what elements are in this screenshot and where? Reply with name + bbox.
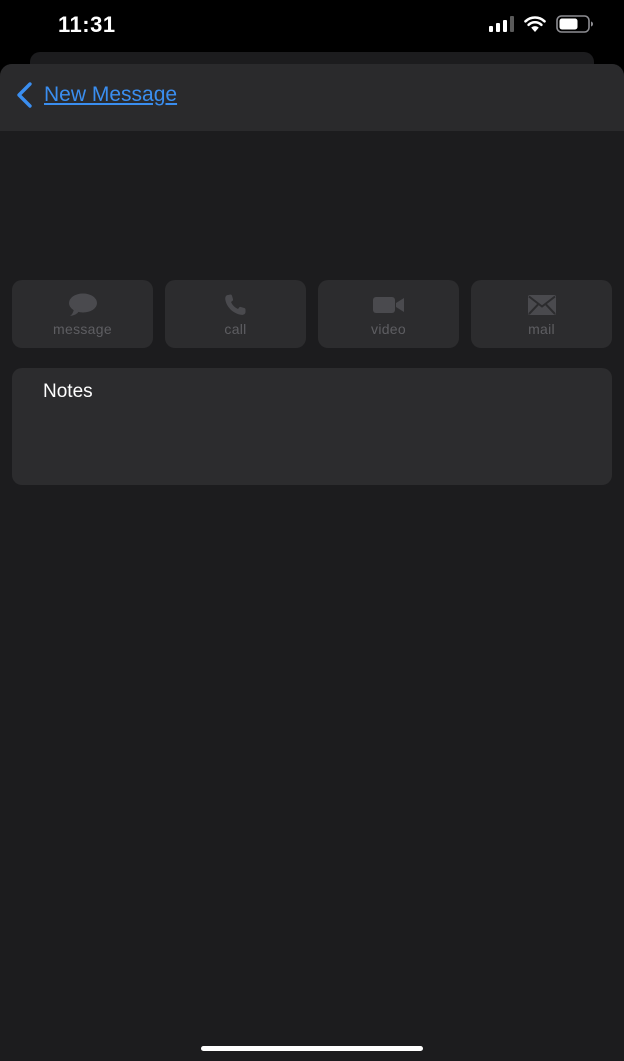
status-time: 11:31 [58, 12, 116, 37]
status-icons [489, 15, 594, 33]
call-label: call [224, 321, 247, 337]
message-button[interactable]: message [12, 280, 153, 348]
chevron-left-icon [17, 82, 32, 108]
battery-icon [556, 15, 593, 33]
video-label: video [371, 321, 406, 337]
contact-actions: message call video mail [12, 280, 612, 348]
notes-label: Notes [43, 381, 93, 402]
status-bar: 11:31 [0, 0, 624, 52]
message-bubble-icon [67, 293, 99, 317]
notes-field[interactable]: Notes [12, 368, 612, 485]
back-button-label: New Message [44, 83, 178, 106]
phone-icon [220, 293, 252, 317]
video-button[interactable]: video [318, 280, 459, 348]
contact-sheet: New Message message call video mail Note… [0, 64, 624, 1061]
mail-button[interactable]: mail [471, 280, 612, 348]
back-button[interactable]: New Message [14, 80, 177, 110]
mail-label: mail [528, 321, 555, 337]
video-camera-icon [372, 293, 405, 317]
navigation-bar: New Message [0, 64, 624, 131]
cellular-signal-icon [489, 16, 514, 32]
call-button[interactable]: call [165, 280, 306, 348]
envelope-icon [526, 293, 558, 317]
home-indicator[interactable] [201, 1046, 423, 1051]
message-label: message [53, 321, 112, 337]
wifi-icon [524, 15, 546, 32]
